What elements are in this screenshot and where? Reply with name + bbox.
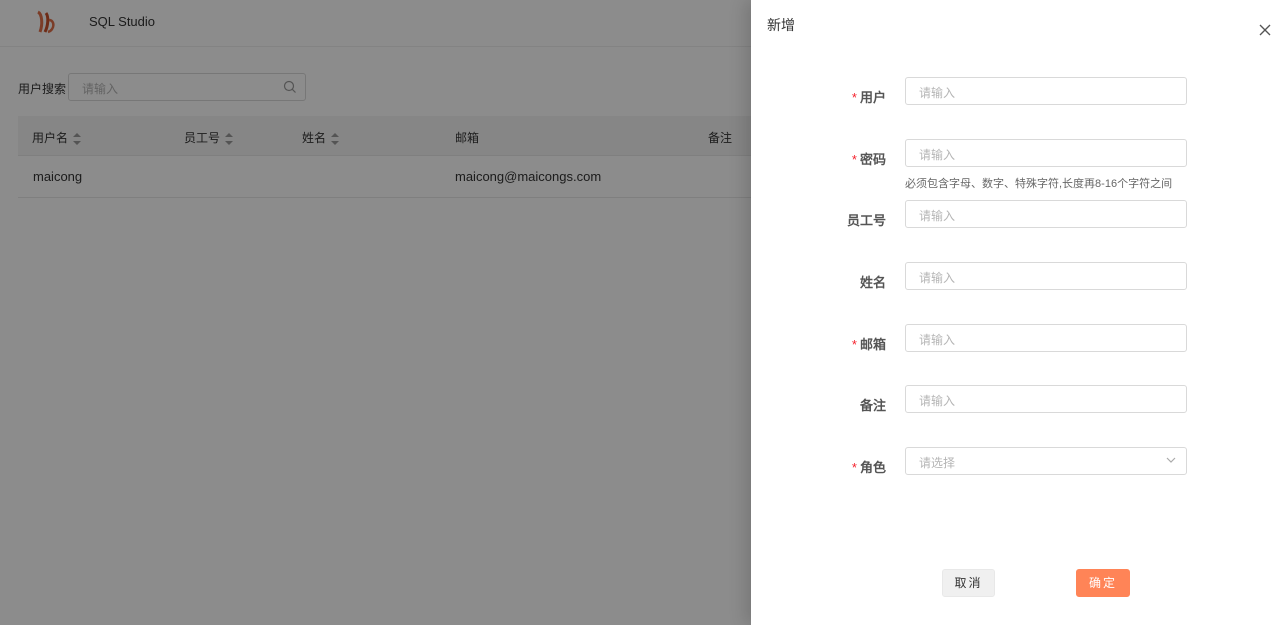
required-mark: * xyxy=(851,152,857,167)
field-label-password: * 密码 xyxy=(851,152,886,167)
employee-no-input[interactable]: 请输入 xyxy=(905,200,1187,228)
confirm-button[interactable]: 确定 xyxy=(1076,569,1130,597)
form-item-name: 姓名 请输入 xyxy=(751,262,1280,292)
remark-input[interactable]: 请输入 xyxy=(905,385,1187,413)
chevron-down-icon xyxy=(1166,457,1176,463)
add-user-drawer: 新增 * 用户 请输入 * 密码 请输入 必须包含字母、数字、特殊字符,长度再8-1… xyxy=(751,0,1280,625)
field-label-remark: 备注 xyxy=(859,398,886,413)
close-icon[interactable] xyxy=(1258,23,1272,37)
form-item-role: * 角色 请选择 xyxy=(751,447,1280,477)
input-placeholder: 请输入 xyxy=(919,394,956,408)
input-placeholder: 请输入 xyxy=(919,148,956,162)
required-mark: * xyxy=(851,460,857,475)
input-placeholder: 请输入 xyxy=(919,86,956,100)
input-placeholder: 请输入 xyxy=(919,333,956,347)
required-mark: * xyxy=(851,90,857,105)
form-item-email: * 邮箱 请输入 xyxy=(751,324,1280,354)
form-item-password: * 密码 请输入 必须包含字母、数字、特殊字符,长度再8-16个字符之间 xyxy=(751,139,1280,190)
input-placeholder: 请输入 xyxy=(919,271,956,285)
form-item-username: * 用户 请输入 xyxy=(751,77,1280,107)
field-label-role: * 角色 xyxy=(851,460,886,475)
field-label-name: 姓名 xyxy=(859,275,886,290)
drawer-title: 新增 xyxy=(767,17,795,33)
form-item-employee-no: 员工号 请输入 xyxy=(751,200,1280,230)
required-mark: * xyxy=(851,337,857,352)
form-item-remark: 备注 请输入 xyxy=(751,385,1280,415)
role-select[interactable]: 请选择 xyxy=(905,447,1187,475)
cancel-button[interactable]: 取消 xyxy=(942,569,995,597)
field-label-employee-no: 员工号 xyxy=(846,213,886,228)
input-placeholder: 请输入 xyxy=(919,209,956,223)
email-input[interactable]: 请输入 xyxy=(905,324,1187,352)
select-placeholder: 请选择 xyxy=(919,456,956,470)
password-input[interactable]: 请输入 xyxy=(905,139,1187,167)
password-help-text: 必须包含字母、数字、特殊字符,长度再8-16个字符之间 xyxy=(905,178,1173,190)
field-label-username: * 用户 xyxy=(851,90,886,105)
name-input[interactable]: 请输入 xyxy=(905,262,1187,290)
username-input[interactable]: 请输入 xyxy=(905,77,1187,105)
field-label-email: * 邮箱 xyxy=(851,337,886,352)
